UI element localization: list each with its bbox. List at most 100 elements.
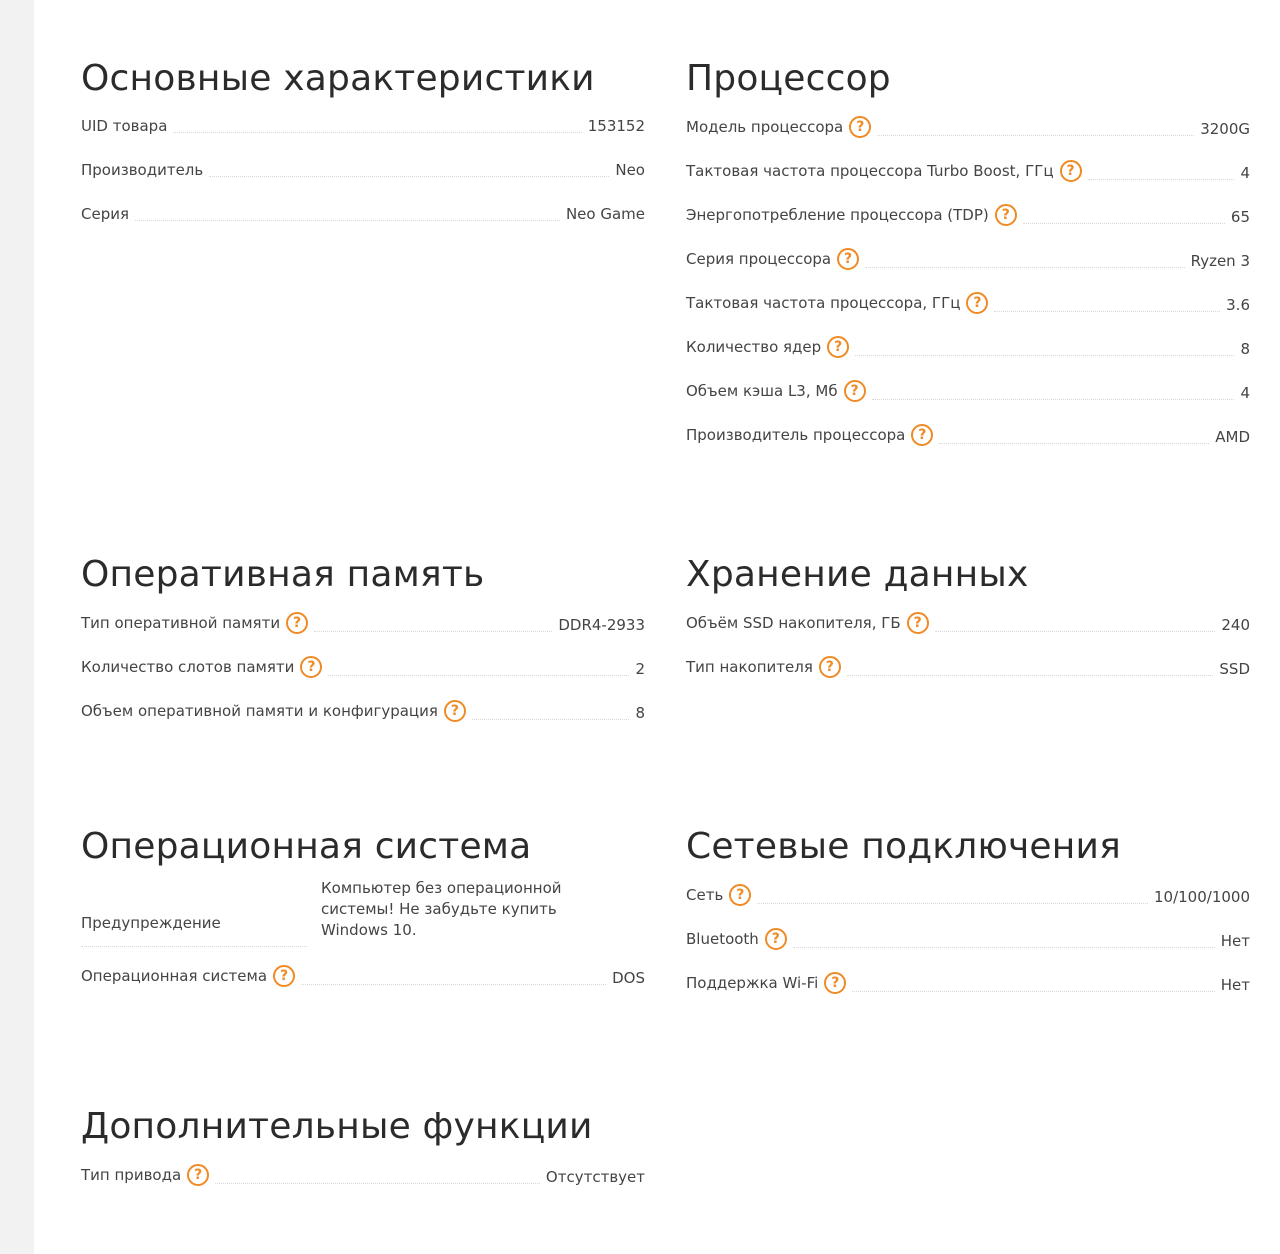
spec-label: Энергопотребление процессора (TDP)? [686, 204, 1017, 226]
specs-page: Основные характеристики UID товара 15315… [34, 0, 1280, 1254]
help-icon[interactable]: ? [300, 656, 323, 678]
spec-label: Количество ядер? [686, 336, 850, 358]
help-icon[interactable]: ? [187, 1164, 210, 1186]
section-title-basic: Основные характеристики [81, 58, 595, 99]
spec-value: DOS [612, 969, 645, 987]
spec-row-cpu-model: Модель процессора? 3200G [686, 116, 1250, 147]
section-extra: Дополнительные функции Тип привода? Отсу… [81, 1105, 645, 1195]
dotted-leader [855, 355, 1235, 356]
spec-row-series: Серия Neo Game [81, 188, 645, 232]
spec-row-ram-size: Объем оперативной памяти и конфигурация?… [81, 687, 645, 731]
section-title-ram: Оперативная память [81, 554, 485, 595]
help-icon[interactable]: ? [824, 972, 847, 994]
spec-row-wifi: Поддержка Wi-Fi? Нет [686, 959, 1250, 1003]
spec-value: Ryzen 3 [1190, 252, 1250, 270]
spec-label: Поддержка Wi-Fi? [686, 972, 847, 994]
spec-label: Производитель процессора? [686, 424, 934, 446]
spec-row-cores: Количество ядер? 8 [686, 323, 1250, 367]
spec-label: Операционная система? [81, 965, 296, 987]
spec-label: Объём SSD накопителя, ГБ? [686, 612, 929, 634]
dotted-leader [173, 132, 582, 133]
help-icon[interactable]: ? [994, 204, 1017, 226]
spec-label: Тип оперативной памяти? [81, 612, 309, 634]
spec-row-cpu-manufacturer: Производитель процессора? AMD [686, 411, 1250, 455]
spec-value: Отсутствует [545, 1168, 645, 1186]
help-icon[interactable]: ? [906, 612, 929, 634]
spec-row-drive-type: Тип накопителя? SSD [686, 643, 1250, 687]
spec-value: 8 [1240, 340, 1250, 358]
dotted-leader [1087, 179, 1235, 180]
spec-row-bluetooth: Bluetooth? Нет [686, 915, 1250, 959]
help-icon[interactable]: ? [1059, 160, 1082, 182]
dotted-leader [135, 220, 560, 221]
dotted-leader [852, 991, 1215, 992]
section-ram: Оперативная память Тип оперативной памят… [81, 553, 645, 731]
spec-value: 4 [1240, 384, 1250, 402]
section-title-os: Операционная система [81, 826, 532, 867]
spec-row-l3-cache: Объем кэша L3, Мб? 4 [686, 367, 1250, 411]
spec-label: Тактовая частота процессора, ГГц? [686, 292, 989, 314]
dotted-leader [846, 675, 1214, 676]
spec-row-tdp: Энергопотребление процессора (TDP)? 65 [686, 191, 1250, 235]
help-icon[interactable]: ? [849, 116, 872, 138]
spec-row-manufacturer: Производитель Neo [81, 144, 645, 188]
dotted-leader [871, 399, 1235, 400]
help-icon[interactable]: ? [837, 248, 860, 270]
section-network: Сетевые подключения Сеть? 10/100/1000 Bl… [686, 825, 1250, 1003]
spec-label: Производитель [81, 161, 204, 179]
spec-label: Серия [81, 205, 129, 223]
dotted-leader [939, 443, 1210, 444]
section-title-storage: Хранение данных [686, 554, 1029, 595]
spec-row-ram-type: Тип оперативной памяти? DDR4-2933 [81, 612, 645, 643]
spec-row-turbo-freq: Тактовая частота процессора Turbo Boost,… [686, 147, 1250, 191]
section-storage: Хранение данных Объём SSD накопителя, ГБ… [686, 553, 1250, 687]
help-icon[interactable]: ? [443, 700, 466, 722]
dotted-leader [757, 903, 1148, 904]
dotted-leader [314, 631, 553, 632]
spec-value: 4 [1240, 164, 1250, 182]
help-icon[interactable]: ? [764, 928, 787, 950]
spec-label: Bluetooth? [686, 928, 787, 950]
spec-row-network: Сеть? 10/100/1000 [686, 884, 1250, 915]
spec-value: 10/100/1000 [1154, 888, 1250, 906]
spec-value: 65 [1230, 208, 1250, 226]
help-icon[interactable]: ? [273, 965, 296, 987]
help-icon[interactable]: ? [843, 380, 866, 402]
dotted-leader [934, 631, 1216, 632]
spec-row-drive: Тип привода? Отсутствует [81, 1164, 645, 1195]
spec-value: 3.6 [1226, 296, 1250, 314]
spec-value: 2 [635, 660, 645, 678]
dotted-leader [877, 135, 1195, 136]
help-icon[interactable]: ? [286, 612, 309, 634]
help-icon[interactable]: ? [827, 336, 850, 358]
section-title-cpu: Процессор [686, 58, 891, 99]
dotted-leader [994, 311, 1221, 312]
spec-value: Neo Game [565, 205, 645, 223]
spec-label: Объем кэша L3, Мб? [686, 380, 866, 402]
spec-value: AMD [1215, 428, 1250, 446]
section-cpu: Процессор Модель процессора? 3200G Такто… [686, 57, 1250, 455]
dotted-leader [865, 267, 1185, 268]
section-title-extra: Дополнительные функции [81, 1106, 593, 1147]
spec-label: Тактовая частота процессора Turbo Boost,… [686, 160, 1082, 182]
spec-label: UID товара [81, 117, 168, 135]
spec-label: Модель процессора? [686, 116, 872, 138]
spec-value: 153152 [587, 117, 645, 135]
help-icon[interactable]: ? [911, 424, 934, 446]
spec-value: 3200G [1200, 120, 1250, 138]
dotted-leader [471, 719, 630, 720]
section-title-network: Сетевые подключения [686, 826, 1121, 867]
help-icon[interactable]: ? [818, 656, 841, 678]
spec-row-base-freq: Тактовая частота процессора, ГГц? 3.6 [686, 279, 1250, 323]
spec-row-cpu-series: Серия процессора? Ryzen 3 [686, 235, 1250, 279]
spec-value: 8 [635, 704, 645, 722]
help-icon[interactable]: ? [966, 292, 989, 314]
spec-row-ssd-size: Объём SSD накопителя, ГБ? 240 [686, 612, 1250, 643]
help-icon[interactable]: ? [729, 884, 752, 906]
section-os: Операционная система Предупреждение Комп… [81, 825, 645, 996]
spec-label: Количество слотов памяти? [81, 656, 323, 678]
spec-row-warning: Предупреждение Компьютер без операционно… [81, 879, 645, 956]
dotted-leader [215, 1183, 540, 1184]
dotted-leader [328, 675, 630, 676]
dotted-leader [1022, 223, 1225, 224]
